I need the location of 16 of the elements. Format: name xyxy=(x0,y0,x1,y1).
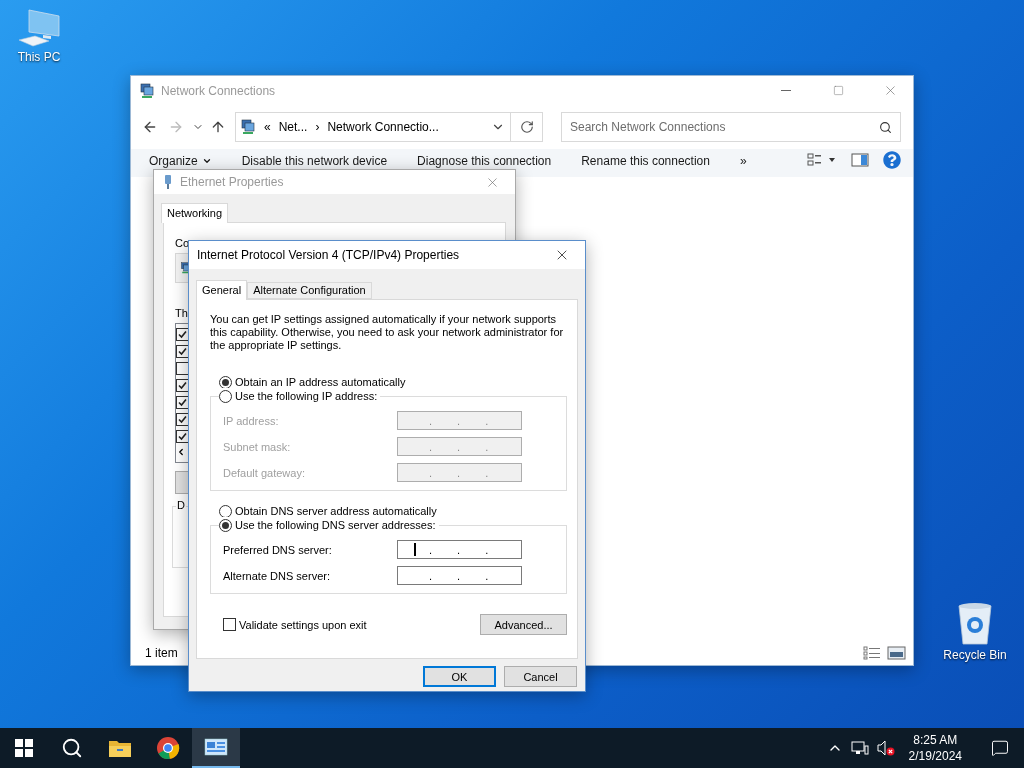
field-label: Default gateway: xyxy=(223,466,306,479)
field-label: IP address: xyxy=(223,414,280,427)
window-title: Network Connections xyxy=(161,83,277,98)
breadcrumb-separator: › xyxy=(315,120,320,134)
dialog-title: Internet Protocol Version 4 (TCP/IPv4) Properties xyxy=(197,248,461,262)
radio-label: Use the following DNS server addresses: xyxy=(235,519,436,531)
field-label: Subnet mask: xyxy=(223,440,292,453)
radio-label: Obtain DNS server address automatically xyxy=(235,505,437,517)
intro-text: You can get IP settings assigned automatically if your network supports this capability. Otherwise, you need to ask your network administrator for the appropriate IP settings. xyxy=(210,313,564,352)
radio-label: Use the following IP address: xyxy=(235,390,378,402)
dialog-title: Ethernet Properties xyxy=(180,175,285,189)
checkbox-label: Validate settings upon exit xyxy=(239,618,367,631)
field-label: Preferred DNS server: xyxy=(223,543,333,556)
field-label: Alternate DNS server: xyxy=(223,569,331,582)
status-text: 1 item xyxy=(145,646,179,660)
radio-label: Obtain an IP address automatically xyxy=(235,376,406,388)
